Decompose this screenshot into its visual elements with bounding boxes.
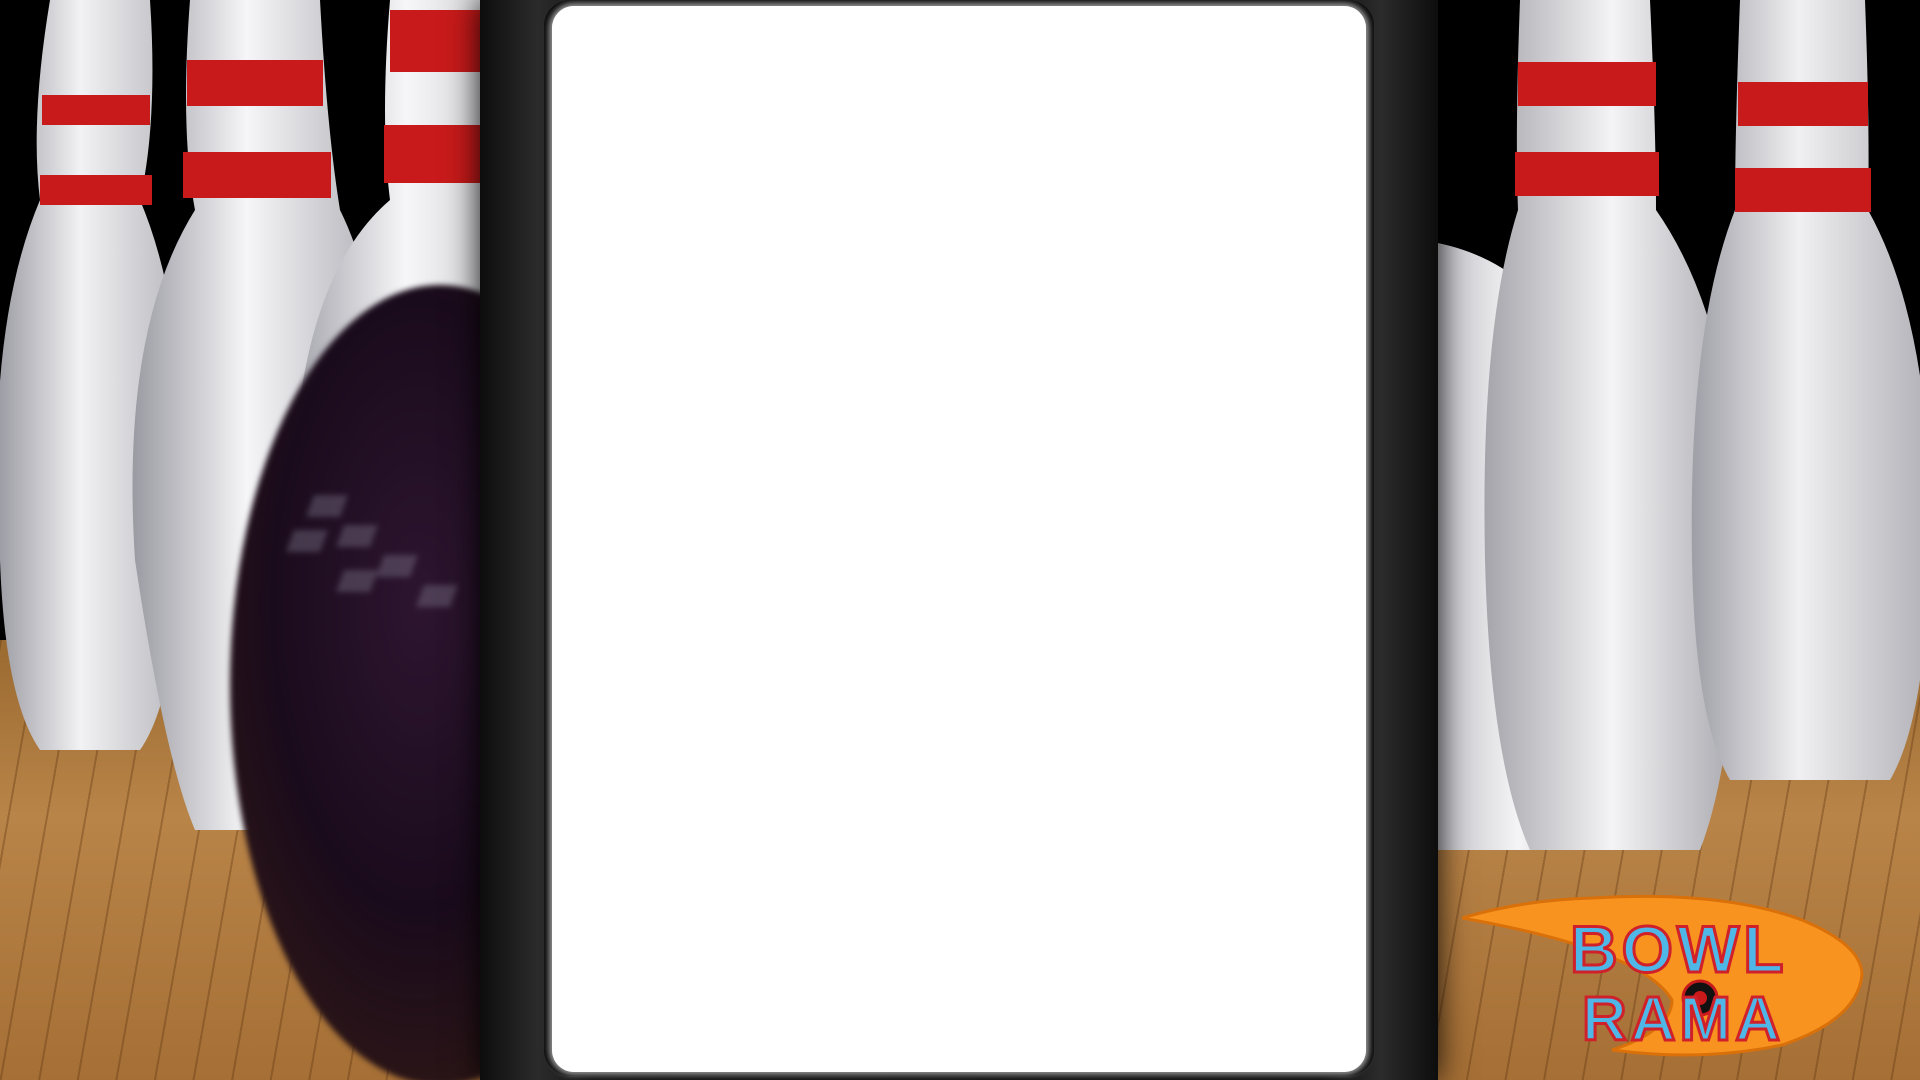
bowl-o-rama-logo: BOWL RAMA [1462,890,1882,1060]
logo-line1: BOWL [1570,912,1788,986]
bowling-pin-far-right [1690,0,1920,800]
logo-line2: RAMA [1582,985,1784,1054]
game-screen [552,6,1366,1072]
